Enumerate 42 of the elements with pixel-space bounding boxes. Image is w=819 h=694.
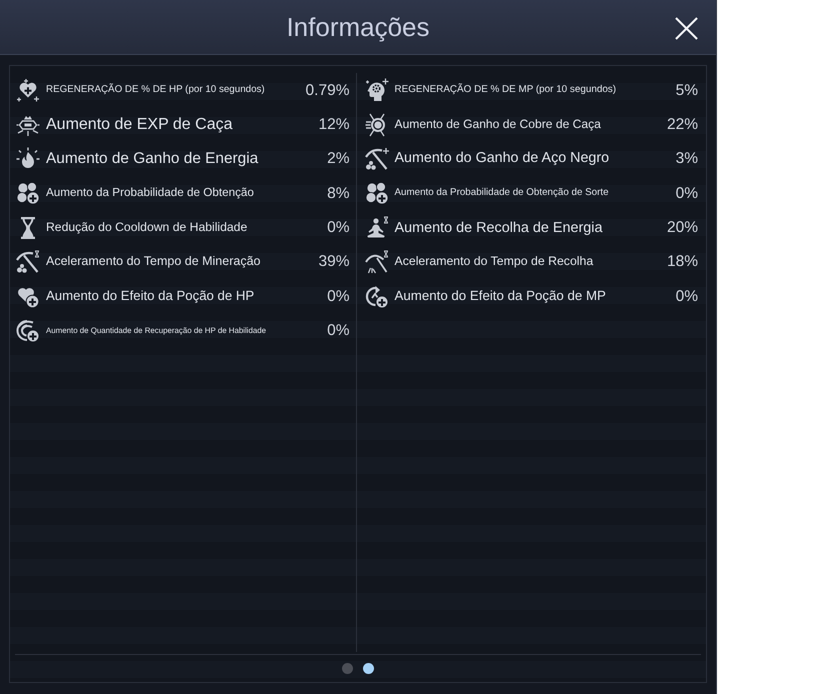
stat-value: 8% (327, 184, 350, 204)
stat-label: Aumento de Ganho de Cobre de Caça (394, 117, 602, 132)
stat-value: 5% (676, 80, 698, 100)
stat-label: Aumento do Ganho de Aço Negro (394, 150, 610, 168)
stat-label: Aceleramento do Tempo de Recolha (394, 254, 594, 270)
stat-label: Aumento de Recolha de Energia (394, 218, 604, 237)
stat-label: Aumento de Ganho de Energia (46, 149, 260, 169)
stat-value: 2% (327, 149, 350, 169)
stat-value: 20% (666, 218, 698, 238)
stat-value: 22% (666, 114, 698, 134)
stat-label: Redução do Cooldown de Habilidade (46, 220, 248, 236)
stat-value: 12% (318, 114, 350, 134)
gear-head-icon (364, 78, 388, 102)
stat-value: 0% (676, 286, 698, 306)
stat-value: 0% (327, 218, 350, 238)
dialog-title: Informações (286, 14, 430, 40)
coins-plus-icon (16, 181, 40, 206)
stat-value: 0% (676, 184, 698, 204)
stat-value: 18% (666, 252, 698, 272)
stat-value: 0.79% (306, 80, 350, 100)
stat-value: 0% (327, 286, 350, 306)
sickle-icon (364, 250, 388, 274)
stat-label: REGENERAÇÃO DE % DE HP (por 10 segundos) (46, 84, 266, 96)
pickaxe-icon (16, 250, 40, 274)
stat-value: 0% (327, 321, 350, 341)
heart-plus-icon (16, 78, 40, 102)
stat-label: Aumento do Efeito da Poção de HP (46, 288, 256, 305)
circular-arrow-plus-icon (364, 284, 388, 309)
swirl-plus-icon (16, 318, 40, 343)
stat-value: 3% (676, 149, 698, 169)
stat-label: Aumento de EXP de Caça (46, 114, 234, 135)
stat-label: Aceleramento do Tempo de Mineração (46, 254, 262, 270)
stat-value: 39% (318, 252, 350, 272)
flame-icon (16, 146, 40, 171)
close-icon (674, 16, 698, 40)
stat-label: REGENERAÇÃO DE % DE MP (por 10 segundos) (394, 84, 618, 96)
pickaxe-icon (364, 146, 388, 171)
coins-plus-icon (364, 181, 388, 206)
stat-label: Aumento da Probabilidade de Obtenção (46, 186, 255, 201)
meditating-person-icon (364, 216, 388, 240)
stat-label: Aumento da Probabilidade de Obtenção de Sorte (394, 187, 610, 200)
stat-label: Aumento do Efeito da Poção de MP (394, 288, 607, 305)
